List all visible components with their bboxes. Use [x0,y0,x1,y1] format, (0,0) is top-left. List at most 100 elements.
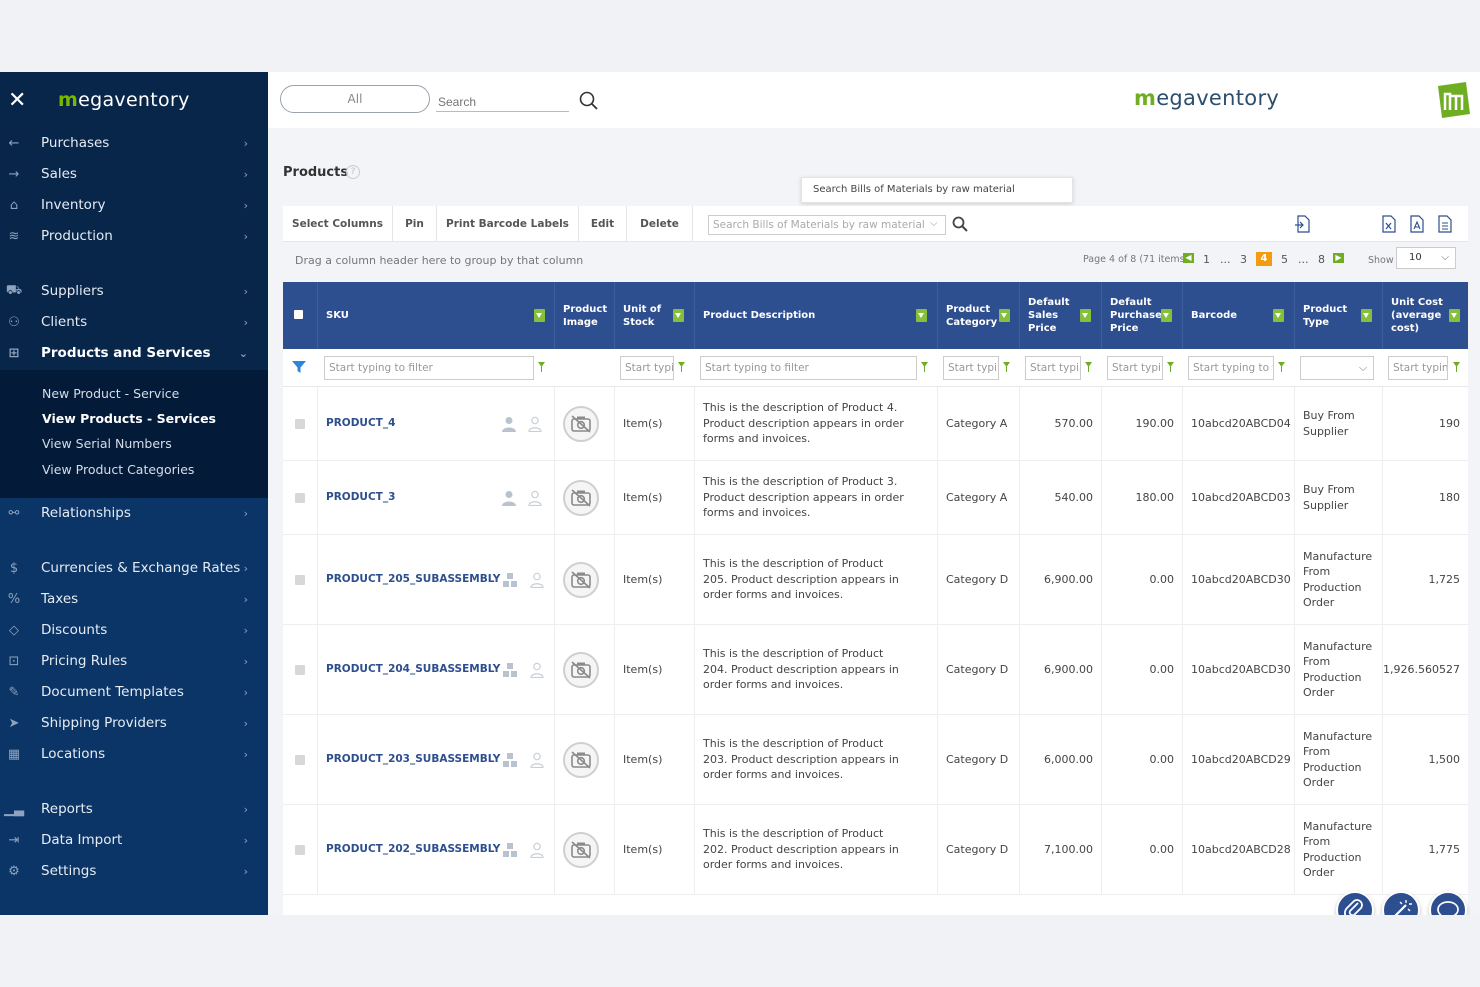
sidebar-item-purchases[interactable]: ← Purchases › [0,128,268,158]
description-filter-input[interactable]: Start typing to filter [700,356,917,380]
pin-icon[interactable] [678,362,685,372]
attach-button[interactable] [1336,891,1374,915]
column-filter-icon[interactable] [999,309,1010,322]
print-barcode-button[interactable]: Print Barcode Labels [437,206,579,242]
sidebar-item-document-templates[interactable]: ✎ Document Templates › [0,677,268,707]
barcode-filter-input[interactable]: Start typing to f [1188,356,1274,380]
select-columns-button[interactable]: Select Columns [283,206,393,242]
table-row[interactable]: PRODUCT_202_SUBASSEMBLY Item(s) This is th… [283,805,1468,895]
row-checkbox[interactable] [295,665,305,675]
sku-link[interactable]: PRODUCT_203_SUBASSEMBLY [326,752,500,768]
page-size-select[interactable]: 10 ⌵ [1396,247,1456,269]
sidebar-item-taxes[interactable]: % Taxes › [0,584,268,614]
sku-link[interactable]: PRODUCT_204_SUBASSEMBLY [326,662,500,678]
group-bar[interactable]: Drag a column header here to group by th… [283,242,1468,280]
row-checkbox[interactable] [295,755,305,765]
sales-price-filter-input[interactable]: Start typi [1025,356,1081,380]
pin-icon[interactable] [1453,362,1460,372]
delete-button[interactable]: Delete [627,206,693,242]
next-page-icon[interactable]: ▶ [1333,253,1344,263]
prev-page-icon[interactable]: ◀ [1183,253,1194,263]
page-link[interactable]: 5 [1281,253,1288,266]
sidebar-item-locations[interactable]: ▦ Locations › [0,739,268,769]
close-icon[interactable]: ✕ [8,88,38,113]
table-row[interactable]: PRODUCT_4 Item(s) This is the description … [283,387,1468,461]
sidebar-item-pricing-rules[interactable]: ⊡ Pricing Rules › [0,646,268,676]
pdf-export-icon[interactable] [1409,215,1425,233]
sku-link[interactable]: PRODUCT_205_SUBASSEMBLY [326,572,500,588]
pin-icon[interactable] [538,362,545,372]
col-header-description[interactable]: Product Description [694,282,937,349]
sidebar-item-discounts[interactable]: ◇ Discounts › [0,615,268,645]
page-ellipsis[interactable]: ... [1298,253,1309,266]
table-row[interactable]: PRODUCT_3 Item(s) This is the description … [283,461,1468,535]
page-ellipsis[interactable]: ... [1220,253,1231,266]
row-checkbox[interactable] [295,575,305,585]
col-header-image[interactable]: Product Image [554,282,614,349]
submenu-view-product-categories[interactable]: View Product Categories [42,462,194,477]
camera-off-icon[interactable] [563,651,599,688]
sidebar-item-currencies[interactable]: $ Currencies & Exchange Rates › [0,553,268,583]
purchase-price-filter-input[interactable]: Start typi [1107,356,1163,380]
submenu-new-product[interactable]: New Product - Service [42,386,179,401]
sidebar-logo[interactable]: megaventory [58,89,190,111]
column-filter-icon[interactable] [1161,309,1172,322]
sidebar-item-settings[interactable]: ⚙ Settings › [0,856,268,886]
sidebar-item-data-import[interactable]: ⇥ Data Import › [0,825,268,855]
sidebar-item-sales[interactable]: → Sales › [0,159,268,189]
pin-button[interactable]: Pin [393,206,437,242]
bom-search-input[interactable]: Search Bills of Materials by raw materia… [708,215,946,235]
sku-filter-input[interactable]: Start typing to filter [324,356,534,380]
type-filter-select[interactable]: ⌵ [1300,356,1374,380]
camera-off-icon[interactable] [563,741,599,778]
camera-off-icon[interactable] [563,405,599,442]
table-row[interactable]: PRODUCT_204_SUBASSEMBLY Item(s) This is th… [283,625,1468,715]
column-filter-icon[interactable] [916,309,927,322]
chevron-down-icon[interactable]: ⌵ [930,218,938,229]
page-link[interactable]: 8 [1318,253,1325,266]
search-icon[interactable] [951,215,969,233]
csv-export-icon[interactable] [1437,215,1453,233]
category-filter-input[interactable]: Start typi [943,356,999,380]
search-input[interactable] [436,92,569,112]
import-file-icon[interactable] [1295,215,1311,233]
select-all-checkbox[interactable] [294,310,303,319]
pin-icon[interactable] [1003,362,1010,372]
table-row[interactable]: PRODUCT_203_SUBASSEMBLY Item(s) This is th… [283,715,1468,805]
chat-button[interactable] [1429,891,1467,915]
app-badge-icon[interactable] [1434,80,1472,120]
sidebar-item-products-services[interactable]: ⊞ Products and Services ⌄ [0,338,268,368]
edit-button[interactable]: Edit [579,206,627,242]
sidebar-item-shipping-providers[interactable]: ➤ Shipping Providers › [0,708,268,738]
pin-icon[interactable] [1167,362,1174,372]
submenu-view-serial-numbers[interactable]: View Serial Numbers [42,436,172,451]
submenu-view-products[interactable]: View Products - Services [42,411,216,426]
unit-cost-filter-input[interactable]: Start typin [1388,356,1448,380]
column-filter-icon[interactable] [1080,309,1091,322]
search-scope-select[interactable]: All [280,85,430,113]
camera-off-icon[interactable] [563,479,599,516]
sidebar-item-suppliers[interactable]: ⛟ Suppliers › [0,276,268,306]
help-icon[interactable]: ? [346,165,360,179]
row-checkbox[interactable] [295,845,305,855]
row-checkbox[interactable] [295,419,305,429]
pin-icon[interactable] [921,362,928,372]
pin-icon[interactable] [1278,362,1285,372]
page-link[interactable]: 3 [1240,253,1247,266]
column-filter-icon[interactable] [1273,309,1284,322]
table-row[interactable]: PRODUCT_205_SUBASSEMBLY Item(s) This is th… [283,535,1468,625]
row-checkbox[interactable] [295,493,305,503]
col-header-sku[interactable]: SKU [317,282,554,349]
sidebar-item-inventory[interactable]: ⌂ Inventory › [0,190,268,220]
column-filter-icon[interactable] [673,309,684,322]
excel-export-icon[interactable] [1381,215,1397,233]
camera-off-icon[interactable] [563,831,599,868]
sku-link[interactable]: PRODUCT_4 [326,416,395,432]
sidebar-item-production[interactable]: ≋ Production › [0,221,268,251]
magic-wand-button[interactable] [1382,891,1420,915]
filter-icon[interactable] [291,359,307,375]
column-filter-icon[interactable] [1361,309,1372,322]
page-link[interactable]: 1 [1203,253,1210,266]
sidebar-item-reports[interactable]: ▁▃ Reports › [0,794,268,824]
sidebar-item-clients[interactable]: ⚇ Clients › [0,307,268,337]
